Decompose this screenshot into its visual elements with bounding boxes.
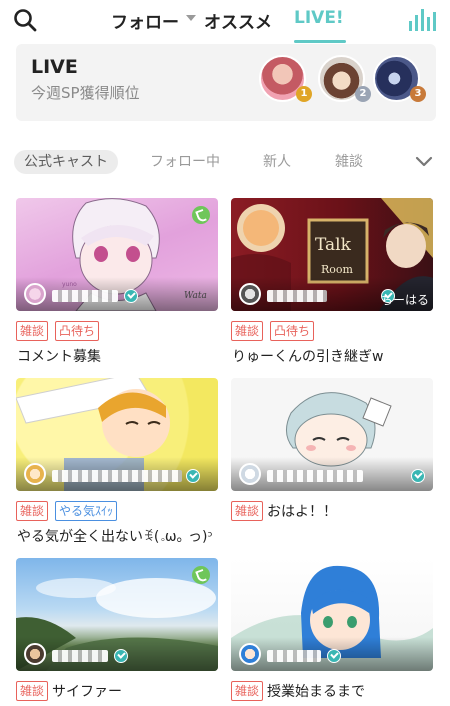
weekly-ranking-card[interactable]: LIVE 今週SP獲得順位 1 2 3 bbox=[16, 44, 436, 121]
stream-tag: 雑談 bbox=[16, 501, 49, 521]
stream-thumbnail[interactable] bbox=[16, 378, 218, 491]
bar-chart-icon[interactable] bbox=[408, 7, 436, 31]
stream-card[interactable]: 雑談 サイファー bbox=[16, 558, 218, 706]
tab-live[interactable]: LIVE! bbox=[294, 8, 344, 28]
stream-tag: 雑談 bbox=[231, 501, 264, 521]
category-newcomer[interactable]: 新人 bbox=[263, 150, 291, 174]
verified-icon bbox=[411, 469, 425, 483]
host-avatar[interactable] bbox=[24, 283, 46, 305]
host-name-redacted bbox=[267, 470, 363, 482]
bronze-medal-icon: 3 bbox=[410, 86, 426, 102]
verified-icon bbox=[327, 649, 341, 663]
gold-medal-icon: 1 bbox=[296, 86, 312, 102]
silver-medal-icon: 2 bbox=[355, 86, 371, 102]
tab-recommended[interactable]: オススメ bbox=[204, 8, 272, 33]
stream-thumbnail[interactable] bbox=[231, 558, 433, 671]
ranking-subtitle: 今週SP獲得順位 bbox=[31, 84, 140, 102]
active-tab-indicator bbox=[294, 40, 346, 43]
host-avatar[interactable] bbox=[239, 643, 261, 665]
search-icon[interactable] bbox=[12, 7, 38, 33]
verified-icon bbox=[186, 469, 200, 483]
stream-card[interactable]: Wata yuno 雑談 凸待ち コメント募集 bbox=[16, 198, 218, 368]
host-name-redacted bbox=[267, 650, 321, 662]
sign-line-1: Talk bbox=[315, 235, 352, 255]
stream-card[interactable]: 雑談 おはよ！！ bbox=[231, 378, 433, 548]
stream-title: 授業始まるまで bbox=[267, 684, 365, 700]
host-avatar[interactable] bbox=[239, 463, 261, 485]
verified-icon bbox=[114, 649, 128, 663]
host-avatar[interactable] bbox=[239, 283, 261, 305]
caret-down-icon[interactable] bbox=[186, 15, 196, 21]
top-nav: フォロー オススメ LIVE! bbox=[0, 0, 450, 44]
host-name-redacted bbox=[52, 470, 182, 482]
category-bar: 公式キャスト フォロー中 新人 雑談 bbox=[0, 146, 450, 180]
stream-tag: 凸待ち bbox=[55, 321, 100, 341]
category-official-cast[interactable]: 公式キャスト bbox=[14, 150, 118, 174]
category-following[interactable]: フォロー中 bbox=[150, 150, 220, 174]
stream-title: サイファー bbox=[52, 684, 122, 700]
stream-card[interactable]: 雑談 やる気ｽｲｯ やる気が全く出ないꉂ(｡ω｡ っ)ᵓ bbox=[16, 378, 218, 548]
category-chat[interactable]: 雑談 bbox=[335, 150, 363, 174]
host-avatar[interactable] bbox=[24, 463, 46, 485]
stream-tag: 凸待ち bbox=[270, 321, 315, 341]
stream-tag: 雑談 bbox=[231, 321, 264, 341]
stream-card[interactable]: 雑談 授業始まるまで bbox=[231, 558, 433, 706]
chip-fade bbox=[395, 146, 415, 180]
host-name-redacted bbox=[52, 650, 108, 662]
chevron-down-icon[interactable] bbox=[414, 152, 434, 172]
stream-thumbnail[interactable] bbox=[231, 378, 433, 491]
stream-tag: 雑談 bbox=[16, 681, 49, 701]
call-icon bbox=[192, 206, 210, 224]
stream-tag: 雑談 bbox=[16, 321, 49, 341]
stream-card[interactable]: Talk Room ちーはる 雑談 凸待ち りゅーくんの引き継ぎw bbox=[231, 198, 433, 368]
stream-title: りゅーくんの引き継ぎw bbox=[232, 349, 384, 365]
host-name-redacted bbox=[52, 290, 118, 302]
host-avatar[interactable] bbox=[24, 643, 46, 665]
stream-thumbnail[interactable]: Talk Room ちーはる bbox=[231, 198, 433, 311]
ranking-title: LIVE bbox=[31, 56, 78, 78]
stream-thumbnail[interactable] bbox=[16, 558, 218, 671]
stream-thumbnail[interactable]: Wata yuno bbox=[16, 198, 218, 311]
call-icon bbox=[192, 566, 210, 584]
verified-icon bbox=[124, 289, 138, 303]
stream-title: コメント募集 bbox=[17, 349, 101, 365]
stream-tag: やる気ｽｲｯ bbox=[55, 501, 118, 521]
host-name-redacted bbox=[267, 290, 327, 302]
stream-tag: 雑談 bbox=[231, 681, 264, 701]
sign-line-2: Room bbox=[321, 263, 354, 276]
stream-title: おはよ！！ bbox=[267, 504, 337, 520]
overlay-caption: ちーはる bbox=[381, 293, 430, 307]
tab-follow[interactable]: フォロー bbox=[111, 8, 179, 33]
stream-title: やる気が全く出ないꉂ(｡ω｡ っ)ᵓ bbox=[17, 529, 213, 545]
